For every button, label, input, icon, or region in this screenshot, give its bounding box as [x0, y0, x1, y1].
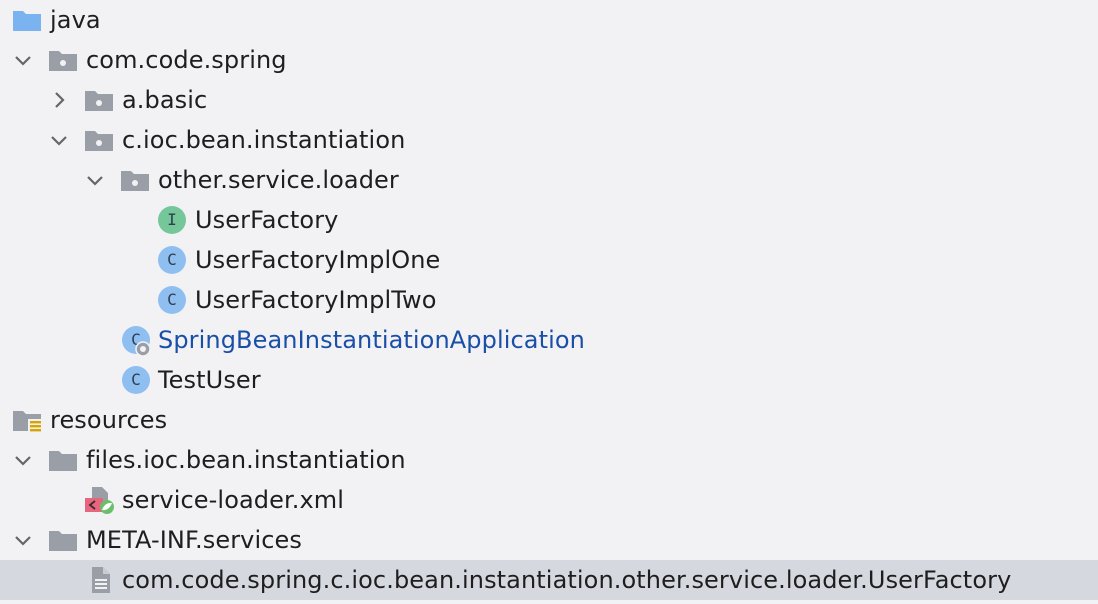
- tree-item-label: com.code.spring: [86, 46, 287, 74]
- tree-item-label: UserFactoryImplOne: [195, 246, 441, 274]
- tree-item-service-loader-xml[interactable]: service-loader.xml: [0, 480, 1098, 520]
- class-icon: C: [158, 246, 186, 274]
- package-icon: [85, 91, 113, 111]
- tree-item-label: service-loader.xml: [122, 486, 345, 514]
- project-tree: java com.code.spring a.basic c.ioc.bean.…: [0, 0, 1098, 604]
- tree-item-label: files.ioc.bean.instantiation: [86, 446, 406, 474]
- chevron-down-icon[interactable]: [11, 528, 35, 552]
- tree-item-other-service-loader[interactable]: other.service.loader: [0, 160, 1098, 200]
- tree-item-user-factory-impl-two[interactable]: C UserFactoryImplTwo: [0, 280, 1098, 320]
- class-icon: C: [122, 366, 150, 394]
- chevron-right-icon[interactable]: [47, 88, 71, 112]
- tree-item-label: other.service.loader: [158, 166, 399, 194]
- chevron-down-icon[interactable]: [11, 48, 35, 72]
- tree-item-c-ioc-bean-instantiation[interactable]: c.ioc.bean.instantiation: [0, 120, 1098, 160]
- tree-item-com-code-spring[interactable]: com.code.spring: [0, 40, 1098, 80]
- run-config-gear-icon: [135, 341, 151, 357]
- package-icon: [121, 171, 149, 191]
- tree-item-a-basic[interactable]: a.basic: [0, 80, 1098, 120]
- resources-folder-icon: [13, 411, 42, 433]
- tree-item-test-user[interactable]: C TestUser: [0, 360, 1098, 400]
- tree-item-label: SpringBeanInstantiationApplication: [158, 326, 585, 354]
- tree-item-user-factory[interactable]: I UserFactory: [0, 200, 1098, 240]
- tree-item-label: java: [50, 6, 101, 34]
- tree-item-label: TestUser: [158, 366, 261, 394]
- tree-item-java[interactable]: java: [0, 0, 1098, 40]
- chevron-down-icon[interactable]: [83, 168, 107, 192]
- tree-item-label: a.basic: [122, 86, 208, 114]
- tree-item-user-factory-impl-one[interactable]: C UserFactoryImplOne: [0, 240, 1098, 280]
- folder-icon: [49, 531, 77, 551]
- package-icon: [49, 51, 77, 71]
- tree-item-label: c.ioc.bean.instantiation: [122, 126, 406, 154]
- spring-xml-icon: [85, 487, 114, 514]
- chevron-down-icon[interactable]: [11, 448, 35, 472]
- package-icon: [85, 131, 113, 151]
- text-file-icon: [92, 567, 110, 593]
- tree-item-files-ioc-bean-instantiation[interactable]: files.ioc.bean.instantiation: [0, 440, 1098, 480]
- folder-icon: [49, 451, 77, 471]
- tree-item-meta-inf-services[interactable]: META-INF.services: [0, 520, 1098, 560]
- tree-item-label: UserFactory: [195, 206, 339, 234]
- class-icon: C: [158, 286, 186, 314]
- source-folder-icon: [13, 11, 41, 31]
- tree-item-service-file[interactable]: com.code.spring.c.ioc.bean.instantiation…: [0, 560, 1098, 600]
- tree-item-label: com.code.spring.c.ioc.bean.instantiation…: [122, 566, 1012, 594]
- tree-item-label: UserFactoryImplTwo: [195, 286, 437, 314]
- chevron-down-icon[interactable]: [47, 128, 71, 152]
- interface-icon: I: [158, 206, 186, 234]
- tree-item-resources[interactable]: resources: [0, 400, 1098, 440]
- tree-item-label: resources: [50, 406, 168, 434]
- tree-item-spring-bean-instantiation-application[interactable]: C SpringBeanInstantiationApplication: [0, 320, 1098, 360]
- tree-item-label: META-INF.services: [86, 526, 303, 554]
